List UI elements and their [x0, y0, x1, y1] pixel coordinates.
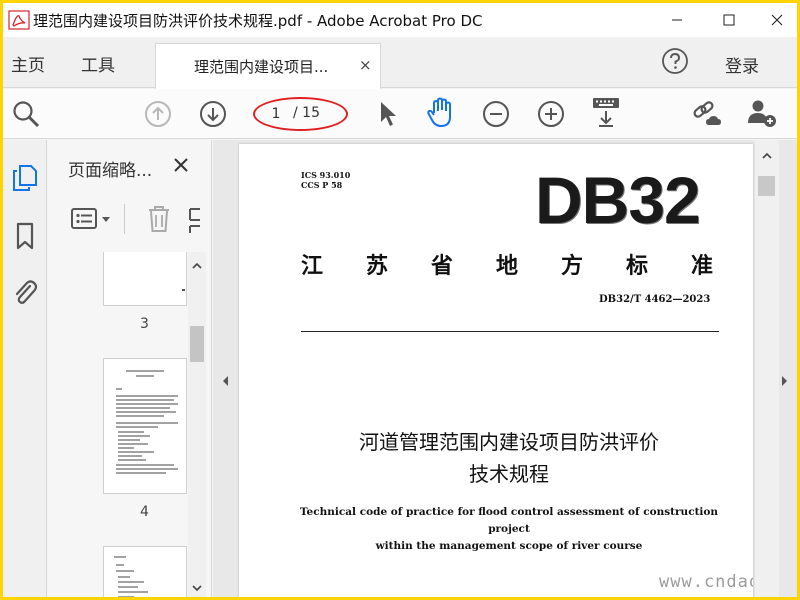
tab-bar: 主页 工具 理范围内建设项目... × 登录 — [3, 37, 797, 89]
chevron-up-icon[interactable] — [761, 150, 773, 162]
tab-document[interactable]: 理范围内建设项目... × — [155, 43, 381, 89]
hand-tool-button[interactable] — [424, 96, 458, 130]
page-thumbnails-toggle[interactable] — [9, 162, 41, 194]
collapse-left-panel-handle[interactable] — [219, 373, 231, 389]
minus-circle-icon — [483, 101, 509, 127]
main-toolbar: 1 / 15 — [3, 89, 797, 139]
maximize-button[interactable] — [707, 3, 751, 37]
login-button[interactable]: 登录 — [725, 52, 759, 77]
title-bar: 理范围内建设项目防洪评价技术规程.pdf - Adobe Acrobat Pro… — [3, 3, 797, 37]
minimize-icon — [672, 19, 682, 21]
add-user-button[interactable] — [745, 96, 779, 130]
page-options-icon[interactable] — [188, 206, 202, 234]
window-title: 理范围内建设项目防洪评价技术规程.pdf - Adobe Acrobat Pro… — [33, 12, 483, 30]
zoom-in-button[interactable] — [534, 97, 568, 131]
thumbnail-page[interactable] — [103, 358, 187, 494]
thumbnail-list: 3 4 — [48, 252, 212, 597]
thumbnails-panel: 页面缩略... 3 4 — [48, 140, 212, 597]
close-icon — [771, 14, 783, 26]
standard-category-title: 江苏省地方标准 — [301, 253, 721, 279]
chinese-document-title: 河道管理范围内建设项目防洪评价 技术规程 — [359, 430, 659, 486]
horizontal-rule — [301, 331, 719, 332]
add-user-icon — [748, 100, 776, 127]
next-page-button[interactable] — [196, 97, 230, 131]
tab-home[interactable]: 主页 — [11, 51, 45, 76]
panel-title: 页面缩略... — [68, 161, 153, 181]
link-cloud-icon — [693, 101, 721, 125]
panel-toolbar — [48, 192, 212, 250]
document-view: ICS 93.010 CCS P 58 DB32 江苏省地方标准 DB32/T … — [213, 140, 797, 597]
chevron-up-icon[interactable] — [191, 260, 203, 272]
thumbnail-scrollbar-thumb[interactable] — [190, 326, 204, 362]
keyboard-arrow-icon — [593, 98, 619, 127]
standard-code-logo: DB32 — [535, 163, 701, 237]
paperclip-icon — [15, 280, 38, 304]
thumbnail-page-number: 4 — [140, 504, 149, 520]
copy-pages-icon — [13, 165, 37, 191]
thumbnail-text-lines — [116, 370, 178, 474]
minimize-button[interactable] — [655, 3, 699, 37]
thumbnail-text-lines — [114, 556, 148, 597]
keyboard-view-button[interactable] — [589, 95, 623, 129]
select-tool-button[interactable] — [371, 97, 405, 131]
plus-circle-icon — [538, 101, 564, 127]
red-annotation-ellipse — [253, 97, 348, 131]
search-zoom-button[interactable] — [9, 97, 43, 131]
arrow-down-circle-icon — [200, 101, 226, 127]
toolbar-divider — [124, 204, 125, 234]
cursor-arrow-icon — [381, 102, 396, 126]
help-icon[interactable] — [661, 47, 689, 75]
thumbnail-page[interactable] — [103, 252, 187, 306]
thumbnail-scrollbar[interactable] — [188, 252, 206, 597]
panel-close-button[interactable] — [168, 152, 194, 178]
thumbnail-page[interactable] — [103, 546, 187, 597]
pdf-page: ICS 93.010 CCS P 58 DB32 江苏省地方标准 DB32/T … — [239, 144, 753, 597]
document-scrollbar-thumb[interactable] — [758, 176, 775, 196]
acrobat-app-icon — [8, 10, 30, 30]
english-document-title: Technical code of practice for flood con… — [299, 506, 719, 552]
ics-code: ICS 93.010 CCS P 58 — [301, 170, 351, 190]
thumbnail-page-number: 3 — [140, 316, 149, 332]
acrobat-window: 理范围内建设项目防洪评价技术规程.pdf - Adobe Acrobat Pro… — [3, 3, 797, 597]
magnifier-icon — [13, 101, 40, 128]
thumbnail-options-menu[interactable] — [70, 206, 116, 232]
trash-icon[interactable] — [146, 204, 172, 234]
close-window-button[interactable] — [755, 3, 797, 37]
arrow-up-circle-icon — [145, 101, 171, 127]
collapse-right-panel-handle[interactable] — [779, 373, 791, 389]
attachments-toggle[interactable] — [9, 276, 41, 308]
left-rail — [3, 140, 47, 597]
hand-icon — [427, 97, 451, 127]
document-tab-close-button[interactable]: × — [359, 56, 372, 74]
zoom-out-button[interactable] — [479, 97, 513, 131]
bookmark-icon — [16, 222, 34, 250]
document-tab-label: 理范围内建设项目... — [194, 58, 329, 76]
tab-tools[interactable]: 工具 — [81, 51, 115, 76]
close-icon — [174, 158, 188, 172]
maximize-icon — [723, 14, 735, 26]
chevron-down-icon[interactable] — [191, 582, 203, 594]
bookmarks-toggle[interactable] — [9, 220, 41, 252]
site-watermark: www.cndao.com — [659, 572, 753, 592]
standard-number: DB32/T 4462—2023 — [599, 294, 711, 305]
document-scrollbar[interactable] — [755, 140, 779, 597]
share-link-button[interactable] — [690, 97, 724, 131]
previous-page-button[interactable] — [141, 97, 175, 131]
